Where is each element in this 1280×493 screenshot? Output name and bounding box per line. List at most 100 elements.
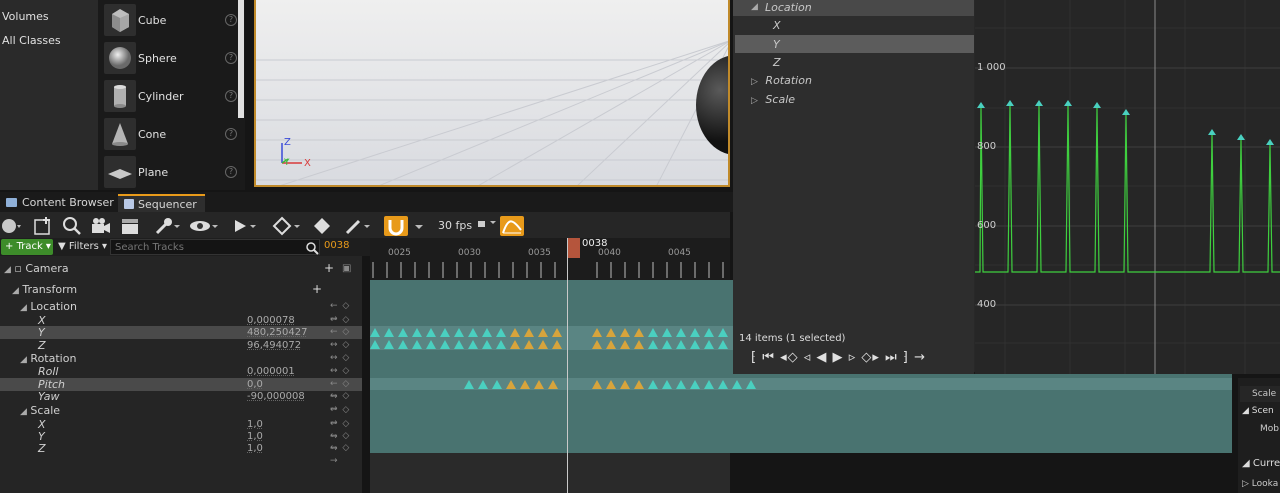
keyframe-marker[interactable] xyxy=(412,340,422,349)
tab-sequencer[interactable]: Sequencer xyxy=(118,194,205,212)
keyframe-marker[interactable] xyxy=(384,340,394,349)
tree-item-location[interactable]: ◢ Location xyxy=(733,0,974,16)
step-forward-icon[interactable]: ▹ xyxy=(849,350,857,365)
tag-icon[interactable] xyxy=(312,216,332,236)
keyframe-marker[interactable] xyxy=(524,328,534,337)
scene-section[interactable]: ◢ Scen xyxy=(1242,406,1274,416)
actor-item-plane[interactable]: Plane ? xyxy=(102,154,237,190)
keyframe-marker[interactable] xyxy=(496,328,506,337)
expand-arrow-icon[interactable]: ▷ xyxy=(751,77,758,87)
clapperboard-icon[interactable] xyxy=(120,216,142,236)
keyframe-marker[interactable] xyxy=(592,328,602,337)
keyframe-marker[interactable] xyxy=(732,380,742,389)
world-icon[interactable] xyxy=(0,216,22,236)
track-rotation[interactable]: ◢ Rotation ← ◇ → xyxy=(0,352,362,376)
keyframe-marker[interactable] xyxy=(468,340,478,349)
keyframe-marker[interactable] xyxy=(676,380,686,389)
track-yaw[interactable]: Yaw -90,000008 ← ◇ → xyxy=(0,390,362,414)
value-field[interactable]: -90,000008 xyxy=(247,390,305,403)
keyframe-marker[interactable] xyxy=(606,340,616,349)
add-track-button[interactable]: + Track ▾ xyxy=(1,239,53,255)
eye-icon[interactable] xyxy=(188,216,220,236)
collapse-arrow-icon[interactable]: ◢ xyxy=(0,265,11,275)
keyframe-marker[interactable] xyxy=(510,328,520,337)
keyframe-marker[interactable] xyxy=(620,340,630,349)
help-icon[interactable]: ? xyxy=(225,128,237,140)
help-icon[interactable]: ? xyxy=(225,14,237,26)
collapse-arrow-icon[interactable]: ◢ xyxy=(751,2,758,12)
snap-options-dropdown[interactable] xyxy=(412,216,426,236)
collapse-arrow-icon[interactable]: ◢ xyxy=(0,303,27,313)
keyframe-marker[interactable] xyxy=(690,340,700,349)
step-back-icon[interactable]: ◃ xyxy=(804,350,812,365)
add-actor-icon[interactable] xyxy=(32,216,54,236)
tree-item-rotation[interactable]: ▷ Rotation xyxy=(751,74,812,87)
keyframe-marker[interactable] xyxy=(648,380,658,389)
tab-content-browser[interactable]: Content Browser xyxy=(2,194,122,212)
track-location[interactable]: ◢ Location ← ◇ → xyxy=(0,300,362,324)
start-bracket-icon[interactable]: ⁅ xyxy=(751,350,757,365)
keyframe-marker[interactable] xyxy=(606,380,616,389)
track-scale-z[interactable]: Z 1,0 ← ◇ → xyxy=(0,442,362,466)
value-field[interactable]: 1,0 xyxy=(247,442,263,455)
keyframe-marker[interactable] xyxy=(538,340,548,349)
tree-item-y[interactable]: Y xyxy=(735,35,974,53)
keyframe-marker[interactable] xyxy=(620,328,630,337)
collapse-arrow-icon[interactable]: ◢ xyxy=(0,407,27,417)
keyframe-marker[interactable] xyxy=(482,340,492,349)
keyframe-marker[interactable] xyxy=(426,340,436,349)
play-icon[interactable] xyxy=(232,216,260,236)
keyframe-marker[interactable] xyxy=(620,380,630,389)
help-icon[interactable]: ? xyxy=(225,90,237,102)
keyframe-marker[interactable] xyxy=(592,380,602,389)
keyframe-marker[interactable] xyxy=(718,340,728,349)
value-field[interactable]: 480,250427 xyxy=(247,326,307,339)
tree-item-scale[interactable]: ▷ Scale xyxy=(751,93,795,106)
key-icon[interactable] xyxy=(272,216,302,236)
category-volumes[interactable]: Volumes xyxy=(2,10,49,23)
scrollbar[interactable] xyxy=(238,0,244,118)
curve-graph[interactable]: 1 000 800 600 400 xyxy=(975,0,1280,374)
keyframe-marker[interactable] xyxy=(704,380,714,389)
keyframe-marker[interactable] xyxy=(492,380,502,389)
keyframe-marker[interactable] xyxy=(398,328,408,337)
time-ruler[interactable]: 0025 0030 0035 0040 0045 0038 xyxy=(370,238,730,280)
pen-icon[interactable] xyxy=(344,216,374,236)
add-key-plus-icon[interactable]: + xyxy=(312,283,323,296)
keyframe-marker[interactable] xyxy=(606,328,616,337)
next-key-icon[interactable]: ◇▸ xyxy=(861,350,880,365)
tree-item-z[interactable]: Z xyxy=(773,56,781,69)
camera-icon[interactable] xyxy=(90,216,112,236)
track-location-z[interactable]: Z 96,494072 ← ◇ → xyxy=(0,339,362,363)
keyframe-marker[interactable] xyxy=(468,328,478,337)
keyframe-marker[interactable] xyxy=(704,328,714,337)
search-icon[interactable] xyxy=(62,216,82,236)
level-viewport[interactable]: Z Y X xyxy=(254,0,730,187)
actor-item-cube[interactable]: Cube ? xyxy=(102,2,237,38)
value-field[interactable]: 0,000001 xyxy=(247,365,295,378)
keyframe-marker[interactable] xyxy=(454,328,464,337)
keyframe-marker[interactable] xyxy=(548,380,558,389)
jump-end-icon[interactable]: ⏭ xyxy=(885,350,898,365)
keyframe-marker[interactable] xyxy=(704,340,714,349)
keyframe-marker[interactable] xyxy=(426,328,436,337)
keyframe-marker[interactable] xyxy=(510,340,520,349)
keyframe-marker[interactable] xyxy=(676,340,686,349)
keyframe-marker[interactable] xyxy=(412,328,422,337)
add-track-plus-icon[interactable]: + xyxy=(324,262,335,275)
current-frame-display[interactable]: 0038 xyxy=(324,240,349,251)
help-icon[interactable]: ? xyxy=(225,52,237,64)
keyframe-marker[interactable] xyxy=(370,328,380,337)
keyframe-marker[interactable] xyxy=(524,340,534,349)
keyframe-marker[interactable] xyxy=(520,380,530,389)
keyframe-marker[interactable] xyxy=(648,328,658,337)
keyframe-marker[interactable] xyxy=(718,380,728,389)
keyframe-marker[interactable] xyxy=(440,328,450,337)
keyframe-marker[interactable] xyxy=(538,328,548,337)
keyframe-marker[interactable] xyxy=(384,328,394,337)
keyframe-marker[interactable] xyxy=(506,380,516,389)
key-nav-icon[interactable]: ← ◇ → xyxy=(330,442,362,468)
search-tracks-input[interactable] xyxy=(110,239,320,255)
keyframe-marker[interactable] xyxy=(370,340,380,349)
keyframe-marker[interactable] xyxy=(440,340,450,349)
